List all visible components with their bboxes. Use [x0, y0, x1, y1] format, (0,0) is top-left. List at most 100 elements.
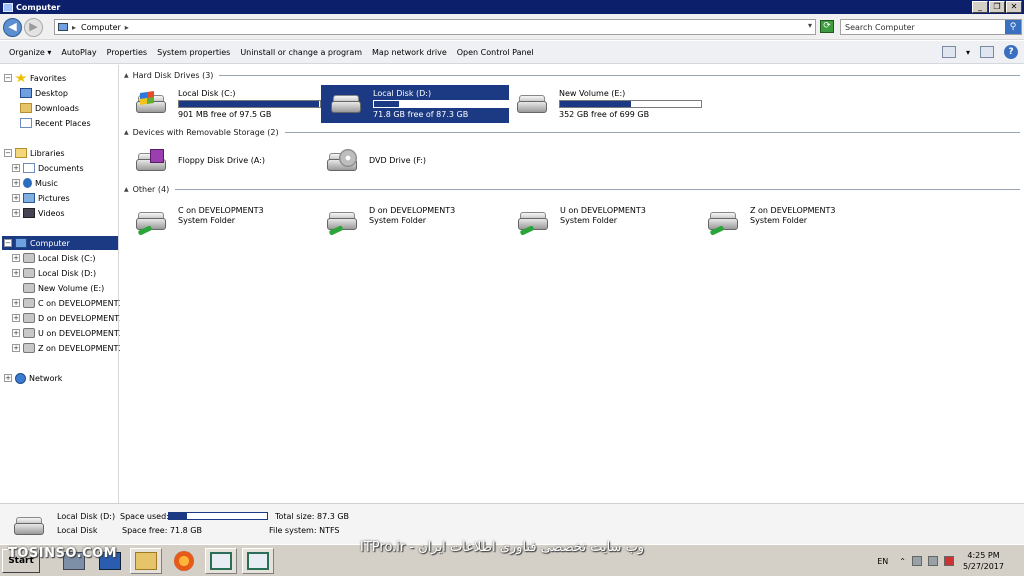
- drive-name: Local Disk (D:): [373, 89, 432, 98]
- map-network-drive-button[interactable]: Map network drive: [367, 48, 452, 57]
- search-box[interactable]: ⚲: [840, 19, 1022, 35]
- nav-desktop[interactable]: Desktop: [20, 86, 68, 100]
- address-path[interactable]: Computer: [81, 23, 121, 32]
- nav-music[interactable]: + Music: [12, 176, 58, 190]
- expand-icon[interactable]: +: [12, 164, 20, 172]
- language-indicator[interactable]: EN: [877, 557, 888, 566]
- expand-icon[interactable]: +: [12, 209, 20, 217]
- drive-body: [331, 101, 361, 113]
- hard-drive-icon: [12, 517, 46, 537]
- pictures-icon: [23, 193, 35, 203]
- drive-tile-floppy[interactable]: Floppy Disk Drive (A:): [126, 143, 314, 181]
- taskbar-app-firefox[interactable]: [168, 548, 200, 574]
- nav-network[interactable]: + Network: [4, 371, 62, 385]
- clock[interactable]: 4:25 PM 5/27/2017: [963, 550, 1004, 572]
- collapse-icon[interactable]: −: [4, 239, 12, 247]
- nav-computer[interactable]: − Computer: [2, 236, 118, 250]
- nav-net-c[interactable]: + C on DEVELOPMENT3: [12, 296, 124, 310]
- drive-tile-c[interactable]: Local Disk (C:) 901 MB free of 97.5 GB: [126, 85, 321, 123]
- drive-usage-bar: [373, 100, 516, 108]
- collapse-icon[interactable]: ▲: [124, 72, 129, 79]
- restore-button[interactable]: ❐: [989, 1, 1005, 13]
- navigation-pane: − Favorites Desktop Downloads Recent Pla…: [0, 65, 124, 503]
- nav-downloads[interactable]: Downloads: [20, 101, 79, 115]
- usage-fill: [169, 513, 187, 519]
- expand-icon[interactable]: +: [12, 344, 20, 352]
- drive-tile-dvd[interactable]: DVD Drive (F:): [317, 143, 505, 181]
- libraries-icon: [15, 148, 27, 158]
- taskbar-app-window2[interactable]: [242, 548, 274, 574]
- folder-type: System Folder: [178, 216, 236, 225]
- refresh-button[interactable]: ⟳: [820, 20, 834, 33]
- collapse-icon[interactable]: ▲: [124, 186, 129, 193]
- group-hard-disk-drives[interactable]: ▲ Hard Disk Drives (3): [124, 69, 1020, 81]
- expand-icon[interactable]: +: [12, 299, 20, 307]
- nav-net-z[interactable]: + Z on DEVELOPMENT3: [12, 341, 123, 355]
- search-icon[interactable]: ⚲: [1005, 20, 1021, 34]
- expand-icon[interactable]: +: [12, 314, 20, 322]
- uninstall-program-button[interactable]: Uninstall or change a program: [235, 48, 367, 57]
- expand-icon[interactable]: +: [12, 269, 20, 277]
- file-system: File system: NTFS: [269, 526, 340, 535]
- expand-icon[interactable]: +: [12, 254, 20, 262]
- nav-recent-places[interactable]: Recent Places: [20, 116, 91, 130]
- open-control-panel-button[interactable]: Open Control Panel: [452, 48, 539, 57]
- network-drive-z[interactable]: Z on DEVELOPMENT3 System Folder: [698, 202, 886, 240]
- collapse-icon[interactable]: −: [4, 74, 12, 82]
- nav-pictures[interactable]: + Pictures: [12, 191, 70, 205]
- expand-icon[interactable]: +: [12, 179, 20, 187]
- network-tray-icon[interactable]: [927, 556, 938, 566]
- drive-usage-bar: [559, 100, 702, 108]
- chevron-down-icon[interactable]: ▾: [808, 21, 812, 30]
- forward-button[interactable]: ▶: [24, 18, 43, 37]
- group-removable-storage[interactable]: ▲ Devices with Removable Storage (2): [124, 126, 1020, 138]
- properties-button[interactable]: Properties: [102, 48, 152, 57]
- change-view-icon[interactable]: [941, 46, 956, 58]
- drive-tile-d[interactable]: Local Disk (D:) 71.8 GB free of 87.3 GB: [321, 85, 516, 123]
- nav-label: Network: [29, 373, 63, 383]
- nav-net-d[interactable]: + D on DEVELOPMENT3: [12, 311, 124, 325]
- group-other[interactable]: ▲ Other (4): [124, 183, 1020, 195]
- nav-drive-d[interactable]: + Local Disk (D:): [12, 266, 96, 280]
- network-drive-u[interactable]: U on DEVELOPMENT3 System Folder: [508, 202, 696, 240]
- expand-icon[interactable]: +: [4, 374, 12, 382]
- help-icon[interactable]: ?: [1004, 45, 1018, 59]
- disc-icon: [339, 149, 357, 167]
- nav-videos[interactable]: + Videos: [12, 206, 65, 220]
- command-bar: Organize ▾ AutoPlay Properties System pr…: [0, 41, 1024, 64]
- chevron-right-icon[interactable]: ▸: [72, 23, 76, 32]
- minimize-button[interactable]: _: [972, 1, 988, 13]
- volume-icon[interactable]: [943, 556, 954, 566]
- nav-libraries[interactable]: − Libraries: [4, 146, 65, 160]
- details-type: Local Disk: [57, 526, 98, 535]
- nav-drive-e[interactable]: New Volume (E:): [12, 281, 104, 295]
- taskbar-app-window1[interactable]: [205, 548, 237, 574]
- nav-favorites[interactable]: − Favorites: [4, 71, 66, 85]
- flag-icon[interactable]: [911, 556, 922, 566]
- close-button[interactable]: ✕: [1006, 1, 1022, 13]
- organize-menu[interactable]: Organize ▾: [4, 48, 56, 57]
- nav-drive-c[interactable]: + Local Disk (C:): [12, 251, 96, 265]
- expand-icon[interactable]: +: [12, 329, 20, 337]
- autoplay-button[interactable]: AutoPlay: [56, 48, 101, 57]
- total-size: Total size: 87.3 GB: [275, 512, 350, 521]
- preview-pane-icon[interactable]: [980, 46, 994, 58]
- collapse-icon[interactable]: ▲: [124, 129, 129, 136]
- nav-label: Local Disk (D:): [38, 268, 97, 278]
- system-properties-button[interactable]: System properties: [152, 48, 235, 57]
- chevron-right-icon[interactable]: ▸: [125, 23, 129, 32]
- chevron-up-icon[interactable]: ⌃: [899, 557, 906, 566]
- expand-icon[interactable]: +: [12, 194, 20, 202]
- collapse-icon[interactable]: −: [4, 149, 12, 157]
- drive-tile-e[interactable]: New Volume (E:) 352 GB free of 699 GB: [507, 85, 702, 123]
- nav-documents[interactable]: + Documents: [12, 161, 84, 175]
- network-drive-c[interactable]: C on DEVELOPMENT3 System Folder: [126, 202, 314, 240]
- search-input[interactable]: [841, 20, 1001, 34]
- address-bar[interactable]: ▸ Computer ▸ ▾: [54, 19, 816, 35]
- nav-net-u[interactable]: + U on DEVELOPMENT3: [12, 326, 124, 340]
- back-button[interactable]: ◀: [3, 18, 22, 37]
- chevron-down-icon[interactable]: ▾: [966, 48, 970, 57]
- taskbar-app-explorer[interactable]: [130, 548, 162, 574]
- network-drive-icon: [516, 208, 550, 236]
- network-drive-d[interactable]: D on DEVELOPMENT3 System Folder: [317, 202, 505, 240]
